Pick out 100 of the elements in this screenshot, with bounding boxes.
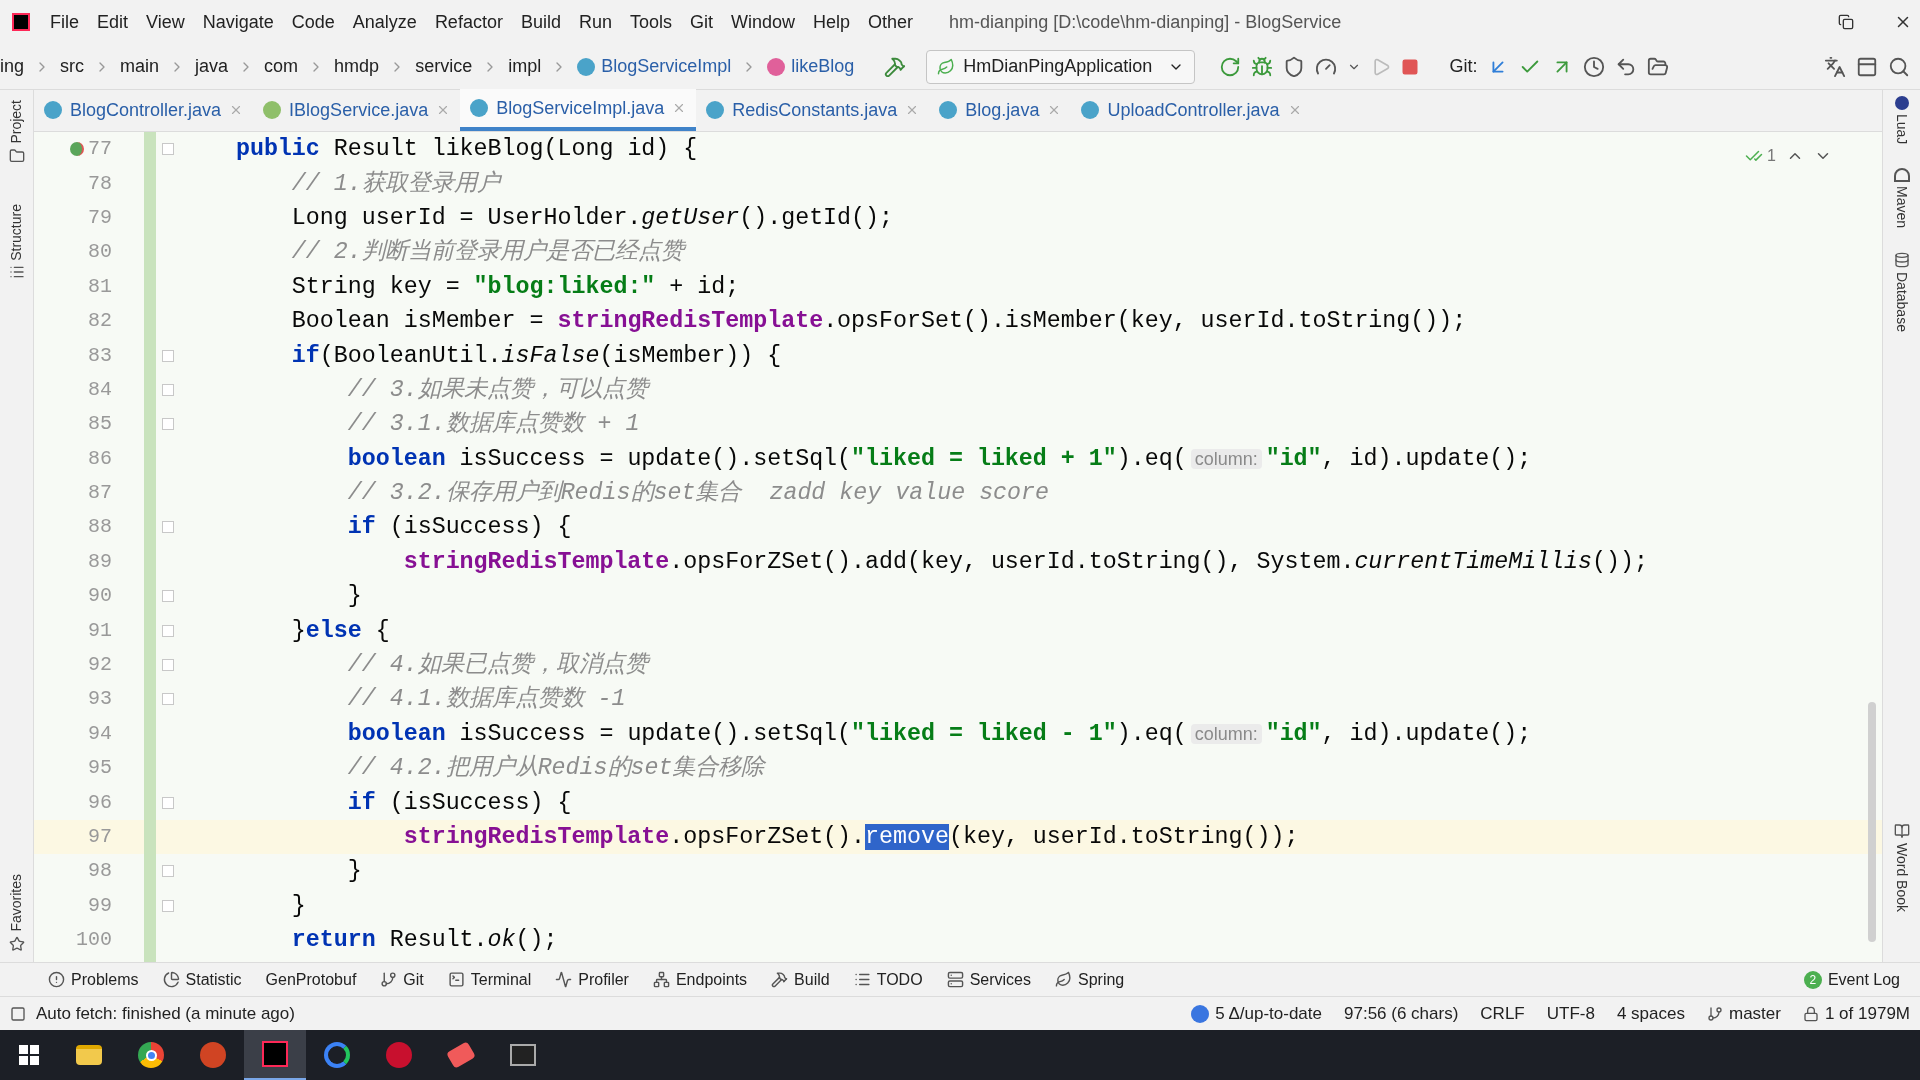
tool-window-button[interactable]: TODO (876, 967, 923, 992)
line-number: 88 (88, 514, 112, 541)
fold-marker-icon[interactable] (162, 624, 174, 637)
fold-marker-icon[interactable] (162, 693, 174, 706)
fold-marker-icon[interactable] (162, 383, 174, 396)
fold-marker-icon[interactable] (162, 521, 174, 534)
tool-window-tab[interactable]: Favorites (6, 874, 27, 932)
menu-item[interactable]: Code (291, 8, 335, 36)
fold-marker-icon[interactable] (162, 590, 174, 603)
translate-icon[interactable] (1824, 55, 1846, 78)
breadcrumb-item[interactable]: impl (508, 53, 542, 80)
status-item[interactable]: 4 spaces (1616, 1000, 1685, 1027)
history-icon[interactable] (1583, 55, 1606, 78)
layout-icon[interactable] (1856, 55, 1878, 78)
tool-window-tab[interactable]: Structure (6, 203, 27, 261)
tool-window-tab[interactable]: Maven (1891, 186, 1912, 229)
menu-item[interactable]: Analyze (352, 8, 417, 36)
tool-window-button[interactable]: GenProtobuf (265, 967, 357, 992)
code-line: // 3.2.保存用户到Redis的set集合 zadd key value score (346, 478, 1050, 509)
menu-item[interactable]: View (146, 8, 185, 36)
status-item[interactable]: CRLF (1480, 1000, 1525, 1027)
run-config-dropdown[interactable]: HmDianPingApplication (926, 49, 1196, 84)
rerun-icon[interactable] (1219, 55, 1242, 78)
code-line: } (346, 857, 362, 887)
stop-icon[interactable] (1401, 57, 1420, 76)
tool-window-button[interactable]: Services (969, 967, 1031, 992)
fold-marker-icon[interactable] (162, 349, 174, 362)
code-line: if(BooleanUtil.isFalse(isMember)) { (290, 341, 782, 371)
tool-window-button[interactable]: Build (794, 967, 830, 992)
tool-window-button[interactable]: Profiler (578, 967, 629, 992)
status-item[interactable]: 97:56 (6 chars) (1344, 1000, 1459, 1027)
menu-item[interactable]: Edit (97, 8, 129, 36)
event-log-button[interactable]: Event Log (1827, 967, 1900, 992)
breadcrumb-item[interactable]: hmdp (334, 53, 380, 80)
tool-window-button[interactable]: Problems (71, 967, 139, 992)
code-line: boolean isSuccess = update().setSql("liked = liked - 1").eq( column: "id", id).update(); (346, 719, 1532, 749)
folder-icon[interactable] (1647, 55, 1670, 78)
breadcrumb-item[interactable]: com (264, 53, 299, 80)
menu-item[interactable]: File (50, 8, 79, 36)
fold-marker-icon[interactable] (162, 143, 174, 156)
fold-marker-icon[interactable] (162, 865, 174, 878)
breadcrumb-item[interactable]: BlogServiceImpl (601, 53, 732, 80)
fold-marker-icon[interactable] (162, 659, 174, 672)
spring-icon (1055, 971, 1072, 988)
scrollbar-thumb[interactable] (1868, 702, 1876, 942)
breadcrumb-item[interactable]: ing (0, 53, 25, 80)
status-message: Auto fetch: finished (a minute ago) (36, 1002, 295, 1025)
menu-item[interactable]: Navigate (202, 8, 274, 36)
editor-tab[interactable]: BlogController.java (34, 89, 254, 131)
editor-tab[interactable]: UploadController.java (1071, 89, 1312, 131)
fold-marker-icon[interactable] (162, 899, 174, 912)
fold-marker-icon[interactable] (162, 796, 174, 809)
breadcrumb-item[interactable]: likeBlog (791, 53, 855, 80)
editor-tab[interactable]: BlogServiceImpl.java (460, 89, 697, 131)
editor-tab[interactable]: Blog.java (929, 89, 1072, 131)
taskbar-app[interactable] (244, 1030, 306, 1080)
menu-item[interactable]: Git (690, 8, 713, 36)
code-line: public Result likeBlog(Long id) { (234, 135, 698, 165)
tool-window-tab[interactable]: Word Book (1891, 843, 1912, 912)
breadcrumb-item[interactable]: src (60, 53, 85, 80)
editor-tab[interactable]: RedisConstants.java (696, 89, 930, 131)
tool-window-button[interactable]: Endpoints (675, 967, 748, 992)
menu-item[interactable]: Other (868, 8, 914, 36)
breadcrumb-item[interactable]: service (415, 53, 473, 80)
menu-item[interactable]: Help (813, 8, 851, 36)
tool-window-button[interactable]: Terminal (470, 967, 532, 992)
search-icon[interactable] (1888, 55, 1910, 78)
line-number: 84 (88, 376, 112, 403)
tool-window-button[interactable]: Spring (1078, 967, 1125, 992)
status-item[interactable]: master (1728, 1000, 1781, 1027)
breadcrumb-item[interactable]: main (120, 53, 160, 80)
window-title: hm-dianping [D:\code\hm-dianping] - BlogService (949, 10, 1342, 34)
editor-tab[interactable]: IBlogService.java (253, 89, 461, 131)
panel-toggle-icon[interactable] (10, 1005, 26, 1022)
run-icon[interactable] (1371, 56, 1392, 77)
debug-icon[interactable] (1251, 55, 1274, 78)
menu-item[interactable]: Run (578, 8, 612, 36)
tool-window-tab[interactable]: LuaJ (1891, 114, 1912, 145)
tool-window-button[interactable]: Statistic (185, 967, 242, 992)
line-number: 80 (88, 239, 112, 266)
menu-item[interactable]: Window (731, 8, 796, 36)
status-item[interactable]: 5 Δ/up-to-date (1215, 1000, 1322, 1027)
breadcrumb-item[interactable]: java (195, 53, 229, 80)
implements-icon[interactable] (70, 142, 84, 157)
code-line: // 4.2.把用户从Redis的set集合移除 (346, 753, 765, 784)
status-item[interactable]: 1 of 1979M (1824, 1000, 1910, 1027)
git-label: Git: (1449, 55, 1478, 78)
browser-icon (138, 1042, 164, 1068)
services-icon (946, 971, 964, 988)
menu-item[interactable]: Refactor (434, 8, 503, 36)
menu-item[interactable]: Build (520, 8, 561, 36)
fold-marker-icon[interactable] (162, 418, 174, 431)
status-item[interactable]: UTF-8 (1546, 1000, 1595, 1027)
restore-icon[interactable] (1838, 14, 1854, 30)
tool-window-button[interactable]: Git (403, 967, 424, 992)
tool-window-tab[interactable]: Database (1891, 272, 1912, 333)
tool-window-tab[interactable]: Project (6, 100, 27, 144)
menu-item[interactable]: Tools (629, 8, 672, 36)
hammer-icon[interactable] (884, 55, 907, 78)
line-number: 99 (88, 892, 112, 919)
